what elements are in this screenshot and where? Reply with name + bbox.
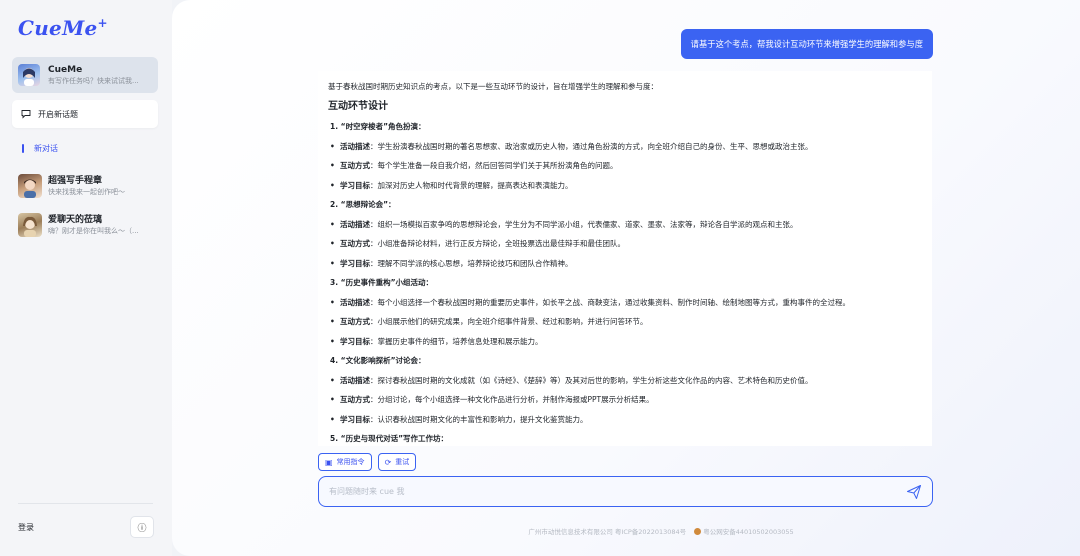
answer-intro: 基于春秋战国时期历史知识点的考点，以下是一些互动环节的设计，旨在增强学生的理解和… bbox=[328, 82, 658, 91]
bullet-label: 活动描述 bbox=[340, 219, 370, 229]
answer-bullet: • 学习目标 ：认识春秋战国时期文化的丰富性和影响力，提升文化鉴赏能力。 bbox=[330, 414, 922, 425]
cueme-avatar bbox=[18, 64, 40, 86]
sidebar-divider bbox=[18, 503, 153, 504]
commands-icon: ▣ bbox=[325, 457, 333, 467]
answer-bullet: • 互动方式 ：小组准备辩论材料，进行正反方辩论，全班投票选出最佳辩手和最佳团队。 bbox=[330, 238, 922, 249]
bullet-dot: • bbox=[330, 317, 335, 326]
bullet-text: ：认识春秋战国时期文化的丰富性和影响力，提升文化鉴赏能力。 bbox=[370, 414, 588, 424]
conversation-item-chatter[interactable]: 爱聊天的莅璃 嗨？刚才是你在叫我么～（... bbox=[18, 212, 158, 238]
bullet-dot: • bbox=[330, 375, 335, 385]
bullet-label: 学习目标 bbox=[340, 336, 370, 346]
answer-bullet: • 互动方式 ：每个学生准备一段自我介绍，然后回答同学们关于其所扮演角色的问题。 bbox=[330, 160, 922, 171]
common-commands-label: 常用指令 bbox=[336, 458, 365, 466]
new-topic-label: 开启新话题 bbox=[38, 109, 78, 119]
bullet-label: 学习目标 bbox=[340, 414, 370, 424]
conversation-item-writer[interactable]: 超强写手程章 快来找我来一起创作吧～ bbox=[18, 173, 158, 199]
answer-heading: 4. “文化影响探析”讨论会： bbox=[330, 356, 426, 365]
user-message: 请基于这个考点，帮我设计互动环节来增强学生的理解和参与度 bbox=[680, 29, 933, 59]
bullet-text: ：分组讨论，每个小组选择一种文化作品进行分析，并制作海报或PPT展示分析结果。 bbox=[370, 395, 654, 404]
bullet-label: 互动方式 bbox=[340, 395, 370, 404]
footer-police[interactable]: 粤公网安备44010502003055 bbox=[703, 528, 793, 536]
retry-button[interactable]: ⟳ 重试 bbox=[377, 453, 417, 471]
app-logo[interactable]: CueMe+ bbox=[18, 16, 108, 40]
new-chat-item[interactable]: 新对话 bbox=[22, 143, 58, 154]
answer-bullet: • 互动方式 ：小组展示他们的研究成果，向全班介绍事件背景、经过和影响，并进行问答环… bbox=[330, 316, 922, 327]
footer-company[interactable]: 广州市动悦信息技术有限公司 粤ICP备2022013084号 bbox=[528, 528, 686, 536]
bullet-text: ：掌握历史事件的细节，培养信息处理和展示能力。 bbox=[370, 336, 543, 346]
conversation-title: 超强写手程章 bbox=[48, 176, 103, 186]
profile-subtitle: 有写作任务吗？快来试试我... bbox=[48, 77, 139, 85]
police-badge-icon bbox=[694, 528, 702, 535]
answer-bullet: • 活动描述 ：每个小组选择一个春秋战国时期的重要历史事件，如长平之战、商鞅变法，通… bbox=[330, 297, 922, 308]
bullet-text: ：学生扮演春秋战国时期的著名思想家、政治家或历史人物，通过角色扮演的方式，向全班… bbox=[370, 141, 813, 151]
bullet-dot: • bbox=[330, 258, 335, 268]
conversation-subtitle: 快来找我来一起创作吧～ bbox=[48, 188, 125, 196]
active-indicator bbox=[22, 144, 24, 153]
answer-bullet: • 学习目标 ：理解不同学派的核心思想，培养辩论技巧和团队合作精神。 bbox=[330, 258, 922, 269]
bullet-text: ：每个学生准备一段自我介绍，然后回答同学们关于其所扮演角色的问题。 bbox=[370, 161, 618, 170]
chat-plus-icon bbox=[21, 110, 31, 119]
profile-card-cueme[interactable]: CueMe 有写作任务吗？快来试试我... bbox=[12, 57, 158, 93]
answer-heading: 2. “思想辩论会”： bbox=[330, 200, 396, 209]
bullet-text: ：组织一场模拟百家争鸣的思想辩论会，学生分为不同学派小组，代表儒家、道家、墨家、… bbox=[370, 219, 798, 229]
bullet-label: 活动描述 bbox=[340, 297, 370, 307]
bullet-text: ：加深对历史人物和时代背景的理解，提高表达和表演能力。 bbox=[370, 180, 573, 190]
logo-plus: + bbox=[97, 16, 108, 30]
assistant-answer: 基于春秋战国时期历史知识点的考点，以下是一些互动环节的设计，旨在增强学生的理解和… bbox=[318, 71, 932, 446]
bullet-dot: • bbox=[330, 141, 335, 151]
refresh-icon: ⟳ bbox=[384, 457, 392, 467]
profile-name: CueMe bbox=[48, 65, 83, 75]
bullet-label: 学习目标 bbox=[340, 258, 370, 268]
answer-bullet: • 活动描述 ：组织一场模拟百家争鸣的思想辩论会，学生分为不同学派小组，代表儒家、道… bbox=[330, 219, 922, 230]
bullet-text: ：每个小组选择一个春秋战国时期的重要历史事件，如长平之战、商鞅变法，通过收集资料… bbox=[370, 297, 850, 307]
bullet-text: ：理解不同学派的核心思想，培养辩论技巧和团队合作精神。 bbox=[370, 258, 573, 268]
common-commands-button[interactable]: ▣ 常用指令 bbox=[318, 453, 372, 471]
bullet-text: ：探讨春秋战国时期的文化成就（如《诗经》、《楚辞》等）及其对后世的影响，学生分析… bbox=[370, 375, 813, 385]
answer-bullet: • 学习目标 ：掌握历史事件的细节，培养信息处理和展示能力。 bbox=[330, 336, 922, 347]
bullet-label: 学习目标 bbox=[340, 180, 370, 190]
answer-items: 1. “时空穿梭者”角色扮演： • 活动描述 ：学生扮演春秋战国时期的著名思想家、政治… bbox=[328, 121, 922, 444]
action-row: ▣ 常用指令 ⟳ 重试 bbox=[318, 453, 417, 471]
send-icon[interactable] bbox=[906, 484, 922, 500]
bullet-text: ：小组准备辩论材料，进行正反方辩论，全班投票选出最佳辩手和最佳团队。 bbox=[370, 239, 625, 248]
app-window: CueMe+ CueMe 有写作任务吗？快来试试我... 开启新话题 新对话 超… bbox=[0, 0, 1080, 556]
answer-bullet: • 活动描述 ：探讨春秋战国时期的文化成就（如《诗经》、《楚辞》等）及其对后世的影响… bbox=[330, 375, 922, 386]
bullet-dot: • bbox=[330, 395, 335, 404]
message-input[interactable] bbox=[329, 487, 906, 496]
new-chat-label: 新对话 bbox=[34, 144, 58, 153]
answer-bullet: • 学习目标 ：加深对历史人物和时代背景的理解，提高表达和表演能力。 bbox=[330, 180, 922, 191]
writer-avatar bbox=[18, 174, 42, 198]
bullet-dot: • bbox=[330, 161, 335, 170]
answer-bullet: • 互动方式 ：分组讨论，每个小组选择一种文化作品进行分析，并制作海报或PPT展示分… bbox=[330, 394, 922, 405]
bullet-dot: • bbox=[330, 414, 335, 424]
bullet-dot: • bbox=[330, 239, 335, 248]
chat-main: 请基于这个考点，帮我设计互动环节来增强学生的理解和参与度 基于春秋战国时期历史知… bbox=[172, 0, 1080, 556]
bullet-dot: • bbox=[330, 297, 335, 307]
bullet-label: 互动方式 bbox=[340, 161, 370, 170]
answer-heading: 1. “时空穿梭者”角色扮演： bbox=[330, 122, 426, 131]
answer-section-title: 互动环节设计 bbox=[328, 101, 388, 112]
retry-label: 重试 bbox=[395, 458, 410, 466]
bullet-text: ：小组展示他们的研究成果，向全班介绍事件背景、经过和影响，并进行问答环节。 bbox=[370, 317, 648, 326]
message-input-box bbox=[318, 476, 933, 507]
answer-heading: 5. “历史与现代对话”写作工作坊： bbox=[330, 434, 449, 443]
answer-bullet: • 活动描述 ：学生扮演春秋战国时期的著名思想家、政治家或历史人物，通过角色扮演的方… bbox=[330, 141, 922, 152]
answer-heading: 3. “历史事件重构”小组活动： bbox=[330, 278, 434, 287]
bullet-dot: • bbox=[330, 336, 335, 346]
bullet-dot: • bbox=[330, 180, 335, 190]
sidebar: CueMe+ CueMe 有写作任务吗？快来试试我... 开启新话题 新对话 超… bbox=[0, 0, 172, 556]
conversation-subtitle: 嗨？刚才是你在叫我么～（... bbox=[48, 227, 139, 235]
bullet-label: 互动方式 bbox=[340, 239, 370, 248]
logo-text: CueMe bbox=[18, 16, 98, 40]
info-icon[interactable]: ⓘ bbox=[130, 516, 154, 538]
chatter-avatar bbox=[18, 213, 42, 237]
conversation-title: 爱聊天的莅璃 bbox=[48, 215, 103, 225]
bullet-label: 活动描述 bbox=[340, 141, 370, 151]
bullet-dot: • bbox=[330, 219, 335, 229]
login-link[interactable]: 登录 bbox=[18, 522, 34, 533]
footer: 广州市动悦信息技术有限公司 粤ICP备2022013084号 粤公网安备4401… bbox=[172, 526, 1080, 536]
bullet-label: 互动方式 bbox=[340, 317, 370, 326]
new-topic-button[interactable]: 开启新话题 bbox=[12, 100, 158, 128]
bullet-label: 活动描述 bbox=[340, 375, 370, 385]
